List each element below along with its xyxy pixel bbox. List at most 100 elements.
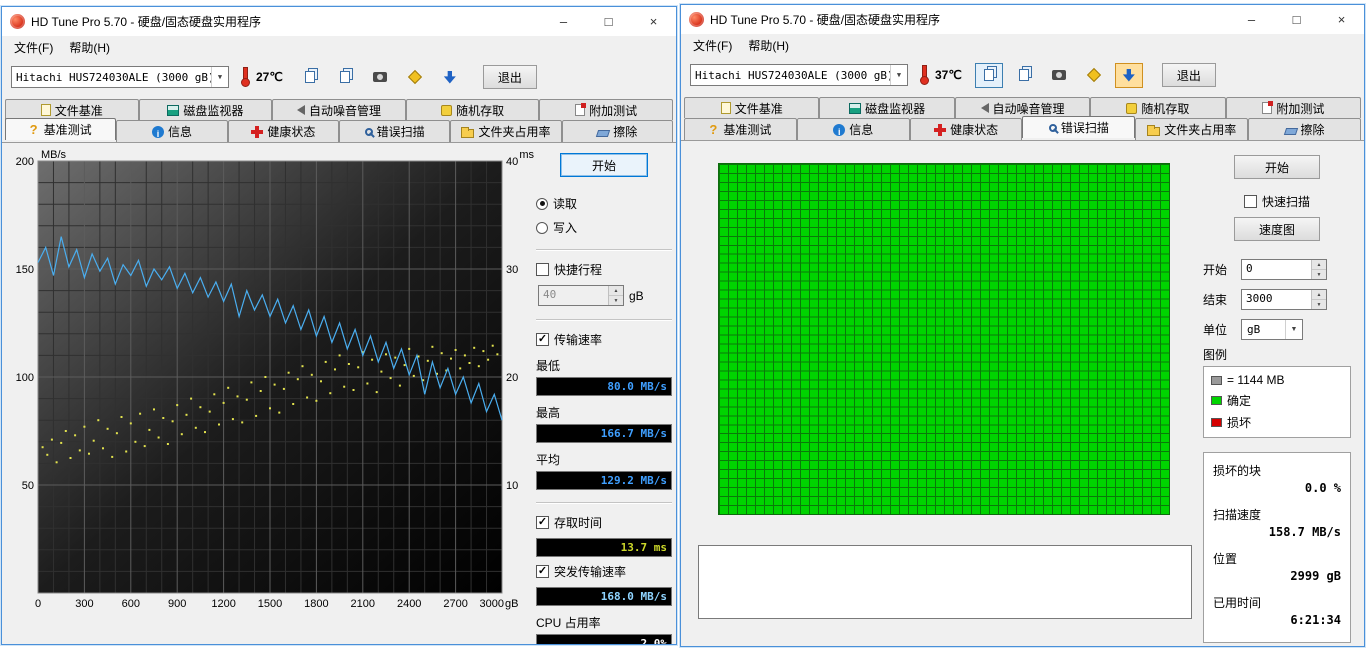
tab-erase[interactable]: 擦除 <box>1248 118 1361 140</box>
minimize-button[interactable]: – <box>541 7 586 36</box>
tab-erase[interactable]: 擦除 <box>562 120 673 142</box>
tab-disk-monitor[interactable]: 磁盘监视器 <box>139 99 273 120</box>
close-button[interactable]: × <box>631 7 676 36</box>
tab-extra-tests[interactable]: 附加测试 <box>1226 97 1361 118</box>
tab-label: 擦除 <box>613 123 637 140</box>
menu-help[interactable]: 帮助(H) <box>740 34 797 57</box>
spinner[interactable] <box>608 286 623 305</box>
exit-button[interactable]: 退出 <box>483 65 537 89</box>
exit-button[interactable]: 退出 <box>1162 63 1216 87</box>
spin-up-icon[interactable] <box>1312 290 1326 300</box>
tab-benchmark[interactable]: 基准测试 <box>684 118 797 140</box>
tab-benchmark[interactable]: 基准测试 <box>5 118 116 140</box>
minimize-button[interactable]: – <box>1229 5 1274 34</box>
copy-image-button[interactable] <box>1010 63 1038 88</box>
menu-help[interactable]: 帮助(H) <box>61 36 118 59</box>
tab-error-scan[interactable]: 错误扫描 <box>1022 116 1135 138</box>
download-arrow-icon <box>444 71 456 84</box>
checkbox-icon <box>1244 195 1257 208</box>
options-button[interactable] <box>1080 63 1108 88</box>
tab-label: 自动噪音管理 <box>993 100 1065 117</box>
transfer-rate-label: 传输速率 <box>554 331 602 348</box>
ok-swatch <box>1211 396 1222 405</box>
read-radio[interactable]: 读取 <box>536 195 672 212</box>
benchmark-window: HD Tune Pro 5.70 - 硬盘/固态硬盘实用程序 – □ × 文件(… <box>1 6 677 645</box>
drive-select[interactable]: Hitachi HUS724030ALE (3000 gB) <box>11 66 229 88</box>
short-stroke-value: 40 <box>539 286 608 305</box>
copy-text-button[interactable] <box>975 63 1003 88</box>
copy-text-button[interactable] <box>296 65 324 90</box>
maximize-button[interactable]: □ <box>586 7 631 36</box>
copy-image-icon <box>340 71 350 83</box>
screenshot-button[interactable] <box>1045 63 1073 88</box>
cpu-usage-value: 2.0% <box>536 634 672 644</box>
start-button[interactable]: 开始 <box>1234 155 1320 179</box>
menu-file[interactable]: 文件(F) <box>6 36 61 59</box>
transfer-rate-checkbox[interactable]: 传输速率 <box>536 331 672 348</box>
window-controls: – □ × <box>1229 5 1364 34</box>
tab-label: 自动噪音管理 <box>309 102 381 119</box>
magnifier-icon <box>365 128 373 136</box>
access-time-checkbox[interactable]: 存取时间 <box>536 514 672 531</box>
close-button[interactable]: × <box>1319 5 1364 34</box>
chevron-down-icon <box>211 67 228 87</box>
legend-block-row: = 1144 MB <box>1211 373 1343 387</box>
scan-start-input[interactable]: 0 <box>1241 259 1327 280</box>
thermometer-icon <box>240 67 249 87</box>
file-benchmark-icon <box>41 104 51 116</box>
short-stroke-checkbox[interactable]: 快捷行程 <box>536 261 672 278</box>
tab-info[interactable]: 信息 <box>116 120 227 142</box>
tab-aam[interactable]: 自动噪音管理 <box>955 97 1090 118</box>
titlebar[interactable]: HD Tune Pro 5.70 - 硬盘/固态硬盘实用程序 – □ × <box>2 7 676 36</box>
screenshot-button[interactable] <box>366 65 394 90</box>
tab-file-benchmark[interactable]: 文件基准 <box>684 97 819 118</box>
write-radio[interactable]: 写入 <box>536 219 672 236</box>
save-results-button[interactable] <box>1115 63 1143 88</box>
maximize-button[interactable]: □ <box>1274 5 1319 34</box>
menu-file[interactable]: 文件(F) <box>685 34 740 57</box>
temperature-value: 27℃ <box>256 70 283 84</box>
tab-health[interactable]: 健康状态 <box>910 118 1023 140</box>
separator <box>536 319 672 321</box>
drive-select[interactable]: Hitachi HUS724030ALE (3000 gB) <box>690 64 908 86</box>
tab-info[interactable]: 信息 <box>797 118 910 140</box>
tab-random-access[interactable]: 随机存取 <box>406 99 540 120</box>
scan-end-input[interactable]: 3000 <box>1241 289 1327 310</box>
spin-down-icon[interactable] <box>1312 270 1326 279</box>
benchmark-icon <box>30 123 40 136</box>
tab-extra-tests[interactable]: 附加测试 <box>539 99 673 120</box>
tab-error-scan[interactable]: 错误扫描 <box>339 120 450 142</box>
quick-scan-checkbox[interactable]: 快速扫描 <box>1244 193 1310 210</box>
speed-map-button[interactable]: 速度图 <box>1234 217 1320 241</box>
checkbox-icon <box>536 516 549 529</box>
svg-text:2100: 2100 <box>351 598 375 610</box>
burst-rate-checkbox[interactable]: 突发传输速率 <box>536 563 672 580</box>
tab-folder-usage[interactable]: 文件夹占用率 <box>1135 118 1248 140</box>
tab-disk-monitor[interactable]: 磁盘监视器 <box>819 97 954 118</box>
options-button[interactable] <box>401 65 429 90</box>
spin-up-icon[interactable] <box>609 286 623 296</box>
tab-aam[interactable]: 自动噪音管理 <box>272 99 406 120</box>
copy-image-button[interactable] <box>331 65 359 90</box>
tab-random-access[interactable]: 随机存取 <box>1090 97 1225 118</box>
tab-folder-usage[interactable]: 文件夹占用率 <box>450 120 561 142</box>
tab-file-benchmark[interactable]: 文件基准 <box>5 99 139 120</box>
spin-down-icon[interactable] <box>609 296 623 305</box>
spin-down-icon[interactable] <box>1312 300 1326 309</box>
tab-strip: 文件基准 磁盘监视器 自动噪音管理 随机存取 附加测试 基准测试 信息 健康状态… <box>681 94 1364 141</box>
app-icon <box>10 14 25 29</box>
spinner[interactable] <box>1311 290 1326 309</box>
unit-select[interactable]: gB <box>1241 319 1303 340</box>
copy-text-icon <box>305 71 315 83</box>
start-button[interactable]: 开始 <box>560 153 648 177</box>
scan-start-value: 0 <box>1242 260 1311 279</box>
short-stroke-input[interactable]: 40 <box>538 285 624 306</box>
titlebar[interactable]: HD Tune Pro 5.70 - 硬盘/固态硬盘实用程序 – □ × <box>681 5 1364 34</box>
tab-label: 随机存取 <box>456 102 504 119</box>
tab-label: 错误扫描 <box>377 123 425 140</box>
tab-health[interactable]: 健康状态 <box>228 120 339 142</box>
svg-text:1200: 1200 <box>211 598 235 610</box>
spin-up-icon[interactable] <box>1312 260 1326 270</box>
save-results-button[interactable] <box>436 65 464 90</box>
spinner[interactable] <box>1311 260 1326 279</box>
